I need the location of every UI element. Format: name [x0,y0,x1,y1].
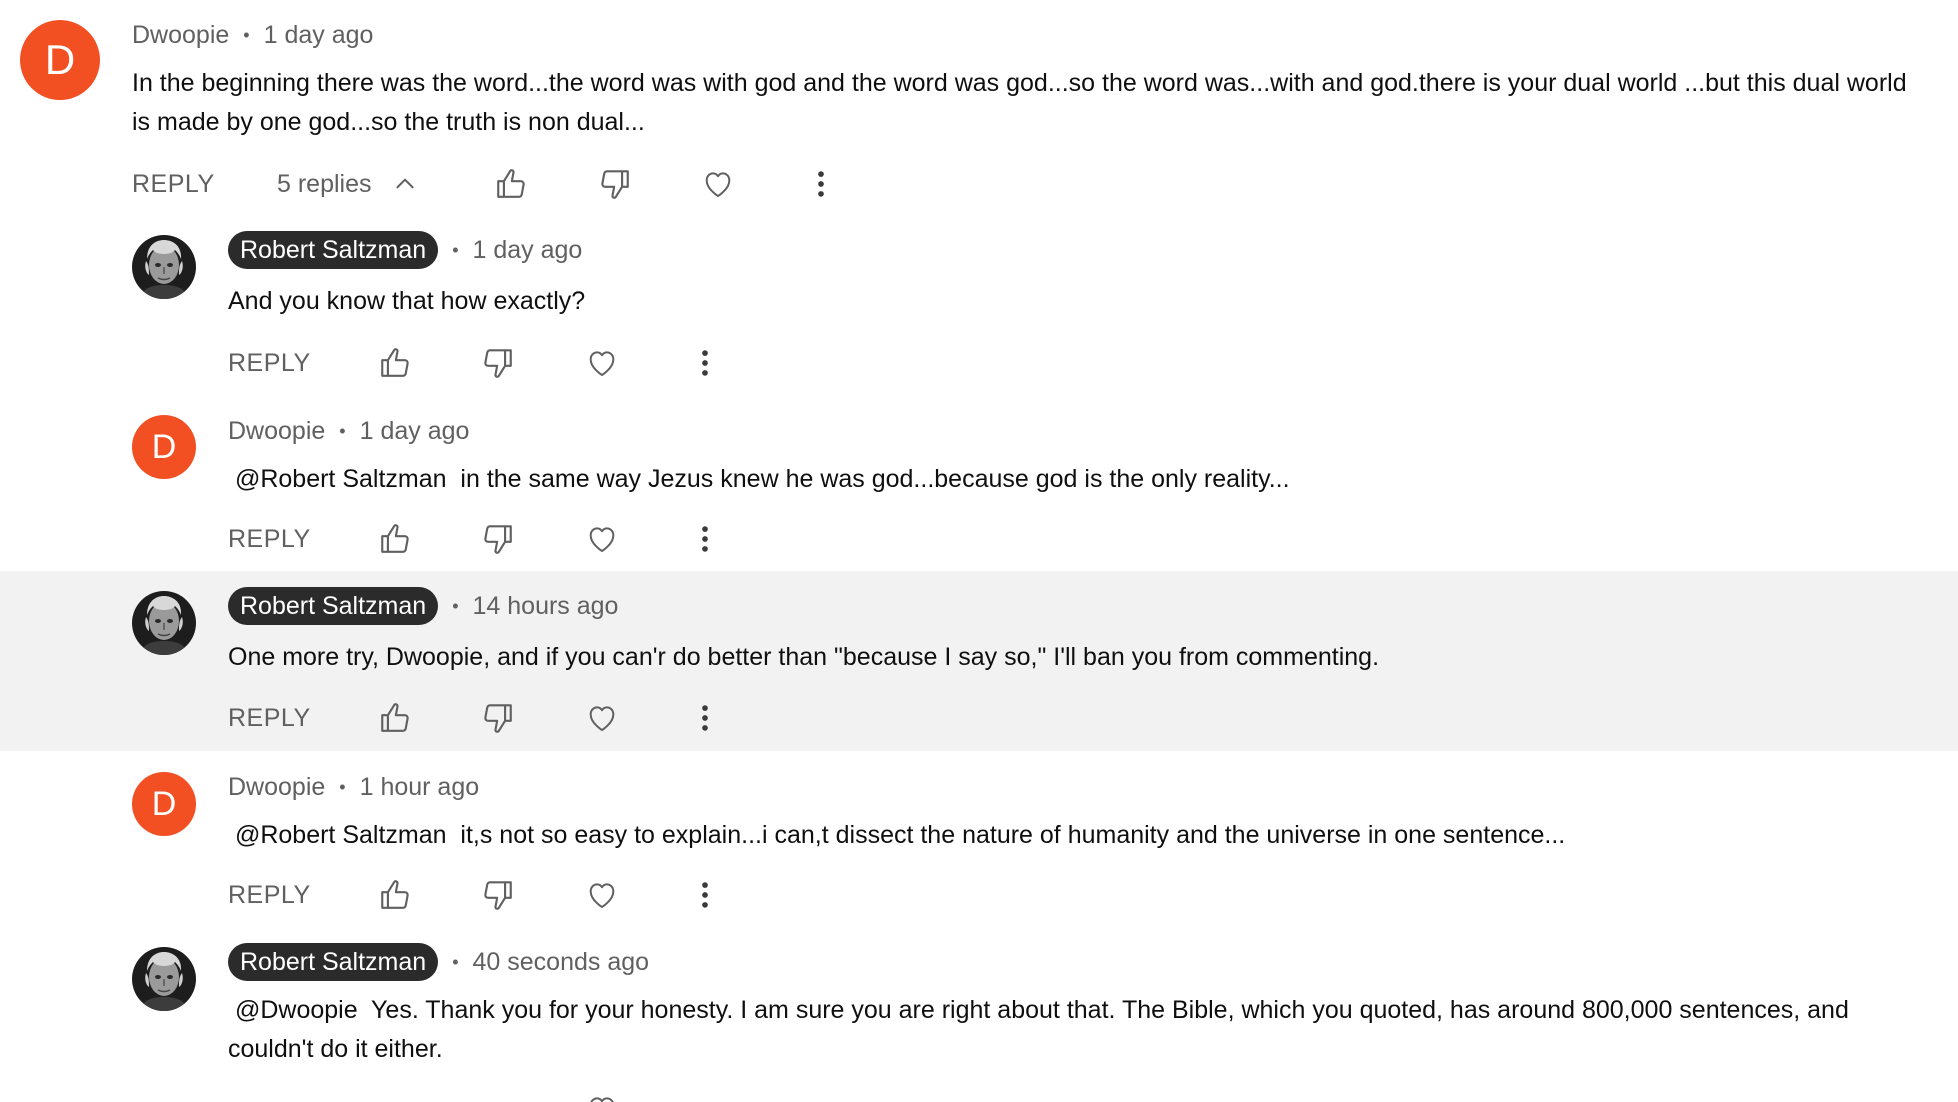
avatar-letter: D [151,427,177,466]
action-bar: REPLY 5 replies [132,164,1532,204]
action-bar [228,1089,1628,1102]
thumbs-down-icon[interactable] [481,875,515,915]
avatar-letter: D [151,784,177,823]
reply-button[interactable]: REPLY [228,343,311,383]
thumbs-down-icon[interactable] [481,519,515,559]
reply-comment: Robert Saltzman • 40 seconds ago @Dwoopi… [0,929,1958,1102]
avatar[interactable]: D [20,20,100,100]
portrait-image [132,591,196,655]
action-bar: REPLY [228,698,1628,738]
separator-dot: • [452,595,459,616]
avatar[interactable] [132,947,196,1011]
author-name[interactable]: Dwoopie [228,773,325,802]
more-vert-icon[interactable] [688,875,722,915]
comment-text: @Robert Saltzman it,s not so easy to exp… [228,821,1566,849]
separator-dot: • [243,24,250,45]
heart-icon[interactable] [585,519,619,559]
action-bar: REPLY [228,519,1628,559]
author-chip[interactable]: Robert Saltzman [228,943,439,981]
reply-comment: Robert Saltzman • 1 day ago And you know… [0,225,1958,403]
thumbs-up-icon[interactable] [378,875,412,915]
thumbs-up-icon[interactable] [494,164,528,204]
comment-header: Robert Saltzman • 1 day ago [228,231,582,269]
author-chip[interactable]: Robert Saltzman [228,587,439,625]
timestamp[interactable]: 1 day ago [473,236,583,265]
separator-dot: • [452,951,459,972]
comment-text: @Robert Saltzman in the same way Jezus k… [228,465,1290,493]
heart-icon[interactable] [585,698,619,738]
separator-dot: • [452,239,459,260]
comment-header: Dwoopie • 1 hour ago [228,768,479,806]
action-bar: REPLY [228,875,1628,915]
reply-button[interactable]: REPLY [228,698,311,738]
replies-count: 5 replies [277,169,372,198]
reply-button[interactable]: REPLY [132,164,215,204]
avatar[interactable] [132,235,196,299]
reply-comment: D Dwoopie • 1 day ago @Robert Saltzman i… [0,403,1958,571]
more-vert-icon[interactable] [688,698,722,738]
comment-text: @Dwoopie Yes. Thank you for your honesty… [228,996,1856,1063]
separator-dot: • [339,420,346,441]
more-vert-icon[interactable] [804,164,838,204]
avatar[interactable] [132,591,196,655]
author-name[interactable]: Dwoopie [132,21,229,50]
timestamp[interactable]: 1 hour ago [360,773,480,802]
top-comment: D Dwoopie • 1 day ago In the beginning t… [0,0,1958,225]
avatar[interactable]: D [132,415,196,479]
heart-icon[interactable] [585,1089,619,1102]
author-name[interactable]: Dwoopie [228,417,325,446]
comment-text: And you know that how exactly? [228,287,586,315]
timestamp[interactable]: 14 hours ago [473,592,619,621]
author-chip[interactable]: Robert Saltzman [228,231,439,269]
thumbs-up-icon[interactable] [378,343,412,383]
action-bar: REPLY [228,343,1628,383]
timestamp[interactable]: 40 seconds ago [473,948,650,977]
chevron-up-icon [392,171,418,197]
reply-comment-highlighted: Robert Saltzman • 14 hours ago One more … [0,571,1958,751]
separator-dot: • [339,776,346,797]
more-vert-icon[interactable] [688,519,722,559]
thumbs-up-icon[interactable] [378,698,412,738]
timestamp[interactable]: 1 day ago [360,417,470,446]
heart-icon[interactable] [585,343,619,383]
thumbs-down-icon[interactable] [598,164,632,204]
heart-icon[interactable] [701,164,735,204]
avatar[interactable]: D [132,772,196,836]
comment-text: In the beginning there was the word...th… [132,69,1914,136]
thumbs-down-icon[interactable] [481,343,515,383]
thumbs-up-icon[interactable] [378,519,412,559]
timestamp[interactable]: 1 day ago [264,21,374,50]
avatar-letter: D [44,36,76,83]
portrait-image [132,947,196,1011]
comment-header: Dwoopie • 1 day ago [132,16,373,54]
thumbs-down-icon[interactable] [481,698,515,738]
comment-header: Robert Saltzman • 14 hours ago [228,587,618,625]
comment-header: Dwoopie • 1 day ago [228,412,469,450]
comment-thread: D Dwoopie • 1 day ago In the beginning t… [0,0,1958,1102]
portrait-image [132,235,196,299]
replies-toggle-button[interactable]: 5 replies [277,164,418,204]
reply-button[interactable]: REPLY [228,875,311,915]
comment-text: One more try, Dwoopie, and if you can'r … [228,643,1380,671]
heart-icon[interactable] [585,875,619,915]
reply-button[interactable]: REPLY [228,519,311,559]
reply-comment: D Dwoopie • 1 hour ago @Robert Saltzman … [0,751,1958,929]
more-vert-icon[interactable] [688,343,722,383]
comment-header: Robert Saltzman • 40 seconds ago [228,943,649,981]
